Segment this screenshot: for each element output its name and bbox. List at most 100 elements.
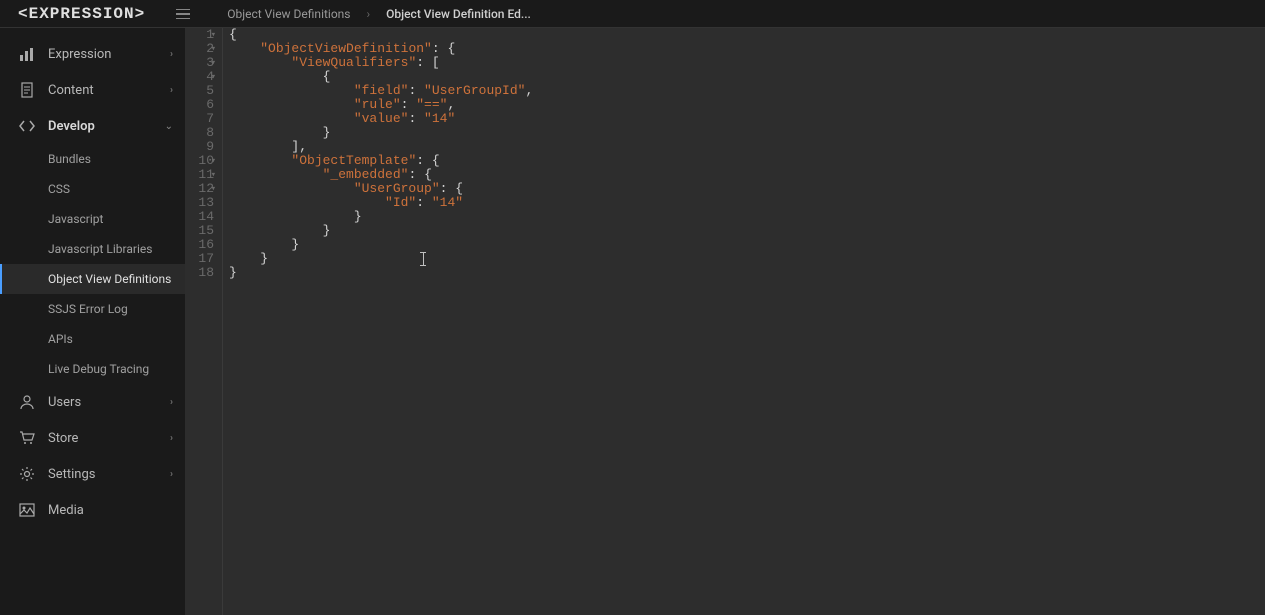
line-number: 6 xyxy=(185,98,214,112)
code-line[interactable]: } xyxy=(229,126,1265,140)
chevron-down-icon: ⌄ xyxy=(165,121,173,132)
chevron-right-icon: › xyxy=(170,469,173,480)
editor-code-area[interactable]: { "ObjectViewDefinition": { "ViewQualifi… xyxy=(223,28,1265,615)
document-icon xyxy=(18,81,36,99)
fold-marker-icon[interactable]: ▾ xyxy=(211,182,216,196)
text-cursor xyxy=(423,252,424,266)
code-line[interactable]: "field": "UserGroupId", xyxy=(229,84,1265,98)
sidebar-subitem-label: APIs xyxy=(48,332,73,346)
sidebar-item-users[interactable]: Users› xyxy=(0,384,185,420)
sidebar-subitem-javascript[interactable]: Javascript xyxy=(0,204,185,234)
code-line[interactable]: "Id": "14" xyxy=(229,196,1265,210)
editor-gutter: 1▾2▾3▾4▾5678910▾11▾12▾131415161718 xyxy=(185,28,223,615)
chevron-right-icon: › xyxy=(170,433,173,444)
line-number: 17 xyxy=(185,252,214,266)
code-line[interactable]: } xyxy=(229,238,1265,252)
sidebar-item-media[interactable]: Media xyxy=(0,492,185,528)
image-icon xyxy=(18,501,36,519)
fold-marker-icon[interactable]: ▾ xyxy=(211,42,216,56)
code-line[interactable]: "ObjectViewDefinition": { xyxy=(229,42,1265,56)
sidebar-subitem-label: CSS xyxy=(48,182,70,196)
code-line[interactable]: "_embedded": { xyxy=(229,168,1265,182)
line-number: 5 xyxy=(185,84,214,98)
line-number: 10▾ xyxy=(185,154,214,168)
code-line[interactable]: ], xyxy=(229,140,1265,154)
gear-icon xyxy=(18,465,36,483)
menu-toggle-button[interactable] xyxy=(169,0,197,28)
code-line[interactable]: "rule": "==", xyxy=(229,98,1265,112)
sidebar-subitem-label: Javascript xyxy=(48,212,103,226)
breadcrumb: Object View Definitions › Object View De… xyxy=(197,7,531,21)
sidebar-subitem-label: Live Debug Tracing xyxy=(48,362,149,376)
sidebar-item-label: Content xyxy=(48,83,170,98)
code-line[interactable]: } xyxy=(229,224,1265,238)
sidebar-item-label: Settings xyxy=(48,467,170,482)
sidebar-item-label: Media xyxy=(48,503,173,518)
line-number: 4▾ xyxy=(185,70,214,84)
sidebar-subitem-bundles[interactable]: Bundles xyxy=(0,144,185,174)
line-number: 1▾ xyxy=(185,28,214,42)
line-number: 13 xyxy=(185,196,214,210)
fold-marker-icon[interactable]: ▾ xyxy=(211,154,216,168)
code-line[interactable]: { xyxy=(229,70,1265,84)
user-icon xyxy=(18,393,36,411)
sidebar-item-label: Develop xyxy=(48,119,165,134)
sidebar-item-develop[interactable]: Develop⌄ xyxy=(0,108,185,144)
code-icon xyxy=(18,117,36,135)
code-line[interactable]: } xyxy=(229,266,1265,280)
fold-marker-icon[interactable]: ▾ xyxy=(211,28,216,42)
line-number: 3▾ xyxy=(185,56,214,70)
line-number: 11▾ xyxy=(185,168,214,182)
sidebar-subitem-js-libs[interactable]: Javascript Libraries xyxy=(0,234,185,264)
code-line[interactable]: { xyxy=(229,28,1265,42)
fold-marker-icon[interactable]: ▾ xyxy=(211,168,216,182)
sidebar: Expression›Content›Develop⌄BundlesCSSJav… xyxy=(0,28,185,615)
sidebar-item-label: Store xyxy=(48,431,170,446)
sidebar-subitem-label: Bundles xyxy=(48,152,91,166)
sidebar-subitem-debug[interactable]: Live Debug Tracing xyxy=(0,354,185,384)
code-line[interactable]: } xyxy=(229,210,1265,224)
code-line[interactable]: "ObjectTemplate": { xyxy=(229,154,1265,168)
chart-icon xyxy=(18,45,36,63)
line-number: 7 xyxy=(185,112,214,126)
line-number: 15 xyxy=(185,224,214,238)
line-number: 2▾ xyxy=(185,42,214,56)
cart-icon xyxy=(18,429,36,447)
sidebar-subitem-apis[interactable]: APIs xyxy=(0,324,185,354)
app-logo: <EXPRESSION> xyxy=(0,5,163,23)
code-editor[interactable]: 1▾2▾3▾4▾5678910▾11▾12▾131415161718 { "Ob… xyxy=(185,28,1265,615)
sidebar-item-expression[interactable]: Expression› xyxy=(0,36,185,72)
breadcrumb-item-0[interactable]: Object View Definitions xyxy=(227,7,350,21)
chevron-right-icon: › xyxy=(170,85,173,96)
sidebar-subitem-label: Javascript Libraries xyxy=(48,242,152,256)
code-line[interactable]: } xyxy=(229,252,1265,266)
sidebar-item-label: Users xyxy=(48,395,170,410)
line-number: 14 xyxy=(185,210,214,224)
chevron-right-icon: › xyxy=(367,7,371,21)
breadcrumb-item-1[interactable]: Object View Definition Ed... xyxy=(386,7,531,21)
sidebar-item-content[interactable]: Content› xyxy=(0,72,185,108)
sidebar-item-settings[interactable]: Settings› xyxy=(0,456,185,492)
code-line[interactable]: "value": "14" xyxy=(229,112,1265,126)
chevron-right-icon: › xyxy=(170,49,173,60)
sidebar-subitem-css[interactable]: CSS xyxy=(0,174,185,204)
line-number: 16 xyxy=(185,238,214,252)
chevron-right-icon: › xyxy=(170,397,173,408)
main-container: Expression›Content›Develop⌄BundlesCSSJav… xyxy=(0,28,1265,615)
hamburger-icon xyxy=(176,4,190,23)
topbar: <EXPRESSION> Object View Definitions › O… xyxy=(0,0,1265,28)
code-line[interactable]: "UserGroup": { xyxy=(229,182,1265,196)
sidebar-subitem-ovd[interactable]: Object View Definitions xyxy=(0,264,185,294)
sidebar-subitem-label: SSJS Error Log xyxy=(48,302,128,316)
sidebar-item-label: Expression xyxy=(48,47,170,62)
sidebar-subitem-ssjs[interactable]: SSJS Error Log xyxy=(0,294,185,324)
sidebar-subitem-label: Object View Definitions xyxy=(48,272,171,286)
fold-marker-icon[interactable]: ▾ xyxy=(211,56,216,70)
code-line[interactable]: "ViewQualifiers": [ xyxy=(229,56,1265,70)
sidebar-item-store[interactable]: Store› xyxy=(0,420,185,456)
line-number: 12▾ xyxy=(185,182,214,196)
line-number: 8 xyxy=(185,126,214,140)
line-number: 9 xyxy=(185,140,214,154)
line-number: 18 xyxy=(185,266,214,280)
fold-marker-icon[interactable]: ▾ xyxy=(211,70,216,84)
